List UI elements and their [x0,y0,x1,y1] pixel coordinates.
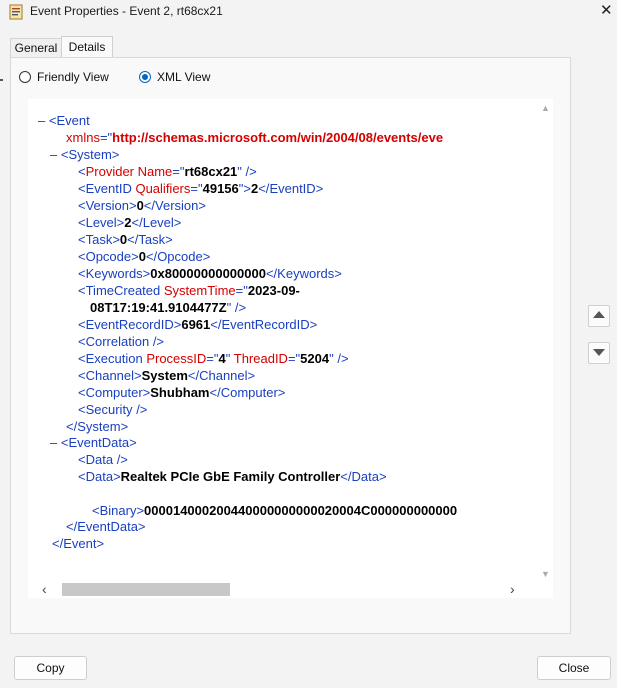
xml-line-version: <Version>0</Version> [78,198,206,213]
horizontal-scroll-thumb[interactable] [62,583,230,596]
previous-event-button[interactable] [588,305,610,327]
title-bar: Event Properties - Event 2, rt68cx21 ✕ [0,0,617,28]
tab-general[interactable]: General [10,38,62,58]
horizontal-scrollbar[interactable]: ‹ › [28,581,553,598]
xml-line-system-open: – <System> [50,147,120,162]
xml-view-pane[interactable]: – <Event xmlns="http://schemas.microsoft… [28,99,553,598]
event-properties-icon [9,4,23,20]
xml-line-level: <Level>2</Level> [78,215,182,230]
next-event-button[interactable] [588,342,610,364]
xml-line-eventdata-open: – <EventData> [50,435,137,450]
scroll-left-icon[interactable]: ‹ [42,581,47,597]
vertical-scrollbar[interactable]: ▲ ▼ [539,99,553,581]
xml-line-event-close: </Event> [52,536,105,551]
friendly-view-label: Friendly View [37,70,109,84]
xml-view-radio[interactable] [139,71,151,83]
friendly-view-option[interactable]: Friendly View [19,69,109,85]
arrow-up-icon [593,311,605,318]
copy-button[interactable]: Copy [14,656,87,680]
xml-line-timecreated: <TimeCreated SystemTime="2023-09- [78,283,300,298]
collapse-toggle[interactable]: – [38,113,45,128]
xml-line-provider: <Provider Name="rt68cx21" /> [78,164,257,179]
xml-line-correlation: <Correlation /> [78,334,165,349]
window-edge-mark [0,79,3,81]
xml-line-system-close: </System> [66,419,129,434]
xml-line-eventrecordid: <EventRecordID>6961</EventRecordID> [78,317,318,332]
xml-line-execution: <Execution ProcessID="4" ThreadID="5204"… [78,351,349,366]
scroll-down-icon[interactable]: ▼ [541,569,550,579]
xml-line-security: <Security /> [78,402,148,417]
window-title: Event Properties - Event 2, rt68cx21 [30,4,223,18]
collapse-toggle[interactable]: – [50,435,57,450]
arrow-down-icon [593,349,605,356]
xml-content: – <Event xmlns="http://schemas.microsoft… [28,99,539,581]
xml-line-data-value: <Data>Realtek PCIe GbE Family Controller… [78,469,387,484]
close-window-icon[interactable]: ✕ [600,2,613,20]
scroll-right-icon[interactable]: › [510,581,515,597]
xml-line-eventid: <EventID Qualifiers="49156">2</EventID> [78,181,324,196]
xml-view-label: XML View [157,70,211,84]
xml-line-event-open: – <Event [38,113,90,128]
scroll-up-icon[interactable]: ▲ [541,103,550,113]
xml-line-binary: <Binary>000014000200440000000000020004C0… [92,503,458,518]
xml-line-data-empty: <Data /> [78,452,128,467]
xml-line-channel: <Channel>System</Channel> [78,368,256,383]
tab-details[interactable]: Details [61,36,113,59]
xml-view-option[interactable]: XML View [139,69,210,85]
xml-line-computer: <Computer>Shubham</Computer> [78,385,286,400]
xml-line-task: <Task>0</Task> [78,232,173,247]
xml-line-opcode: <Opcode>0</Opcode> [78,249,211,264]
close-button[interactable]: Close [537,656,611,680]
collapse-toggle[interactable]: – [50,147,57,162]
xml-line-eventdata-close: </EventData> [66,519,146,534]
xml-line-keywords: <Keywords>0x80000000000000</Keywords> [78,266,342,281]
xml-line-xmlns: xmlns="http://schemas.microsoft.com/win/… [66,130,444,145]
xml-line-timecreated-cont: 08T17:19:41.9104477Z" /> [90,300,247,315]
friendly-view-radio[interactable] [19,71,31,83]
